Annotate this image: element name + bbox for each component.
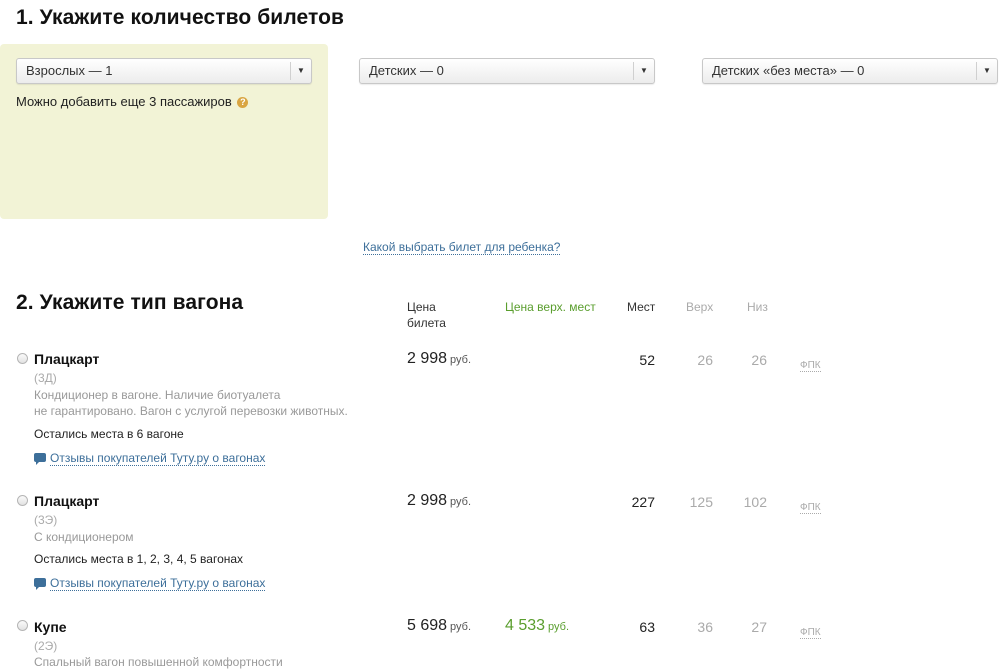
chevron-down-icon: ▼ (633, 62, 654, 80)
column-seats: Мест (627, 300, 656, 314)
car-upper-price-currency: руб. (548, 621, 570, 633)
adults-select[interactable]: Взрослых — 1 ▼ (16, 58, 312, 84)
comment-icon (34, 453, 46, 465)
car-description: С кондиционером (34, 529, 134, 545)
car-lower: 26 (751, 352, 767, 368)
car-price-currency: руб. (450, 354, 472, 366)
car-description-line2: не гарантировано. Вагон с услугой перево… (34, 404, 348, 418)
car-radio[interactable] (17, 620, 28, 631)
reviews-link-wrap[interactable]: Отзывы покупателей Туту.ру о вагонах (34, 449, 266, 467)
carrier-link[interactable]: ФПК (800, 360, 821, 372)
car-upper: 26 (697, 352, 713, 368)
carrier-link[interactable]: ФПК (800, 627, 821, 639)
car-price-value: 2 998 (407, 492, 448, 509)
car-upper-price-value: 4 533 (505, 617, 546, 634)
section1-title: 1. Укажите количество билетов (16, 6, 345, 29)
car-code: (3Д) (34, 371, 57, 385)
car-code: (2Э) (34, 639, 58, 653)
reviews-link-wrap[interactable]: Отзывы покупателей Туту.ру о вагонах (34, 574, 266, 592)
column-upper-price: Цена верх. мест (505, 300, 596, 314)
car-name: Плацкарт (34, 351, 100, 367)
column-lower: Низ (747, 300, 768, 314)
column-upper: Верх (686, 300, 714, 314)
column-price-line2: билета (407, 316, 446, 330)
reviews-link[interactable]: Отзывы покупателей Туту.ру о вагонах (50, 451, 266, 466)
car-name: Плацкарт (34, 493, 100, 509)
section2-title: 2. Укажите тип вагона (16, 291, 244, 314)
infants-select-value: Детских «без места» — 0 (712, 63, 865, 78)
car-upper: 125 (689, 494, 713, 510)
car-seats: 227 (631, 494, 655, 510)
infants-select[interactable]: Детских «без места» — 0 ▼ (702, 58, 998, 84)
car-availability: Остались места в 6 вагоне (34, 427, 184, 441)
car-description-line1: С кондиционером (34, 530, 134, 544)
car-price-value: 5 698 (407, 617, 448, 634)
car-price-value: 2 998 (407, 350, 448, 367)
car-price: 2 998 руб. (407, 492, 471, 510)
column-price-line1: Цена (407, 300, 436, 314)
car-lower: 102 (743, 494, 767, 510)
child-ticket-link[interactable]: Какой выбрать билет для ребенка? (363, 240, 561, 255)
car-lower: 27 (751, 619, 767, 635)
passenger-hint: Можно добавить еще 3 пассажиров ? (16, 94, 249, 109)
car-availability: Остались места в 1, 2, 3, 4, 5 вагонах (34, 552, 244, 566)
car-seats: 63 (639, 619, 655, 635)
adults-select-value: Взрослых — 1 (26, 63, 113, 78)
car-price: 5 698 руб. (407, 617, 471, 635)
column-price: Цена билета (407, 299, 446, 331)
car-price-currency: руб. (450, 496, 472, 508)
car-upper-price: 4 533 руб. (505, 617, 569, 635)
car-radio[interactable] (17, 495, 28, 506)
car-description: Кондиционер в вагоне. Наличие биотуалета… (34, 387, 348, 419)
car-upper: 36 (697, 619, 713, 635)
comment-icon (34, 578, 46, 590)
reviews-link[interactable]: Отзывы покупателей Туту.ру о вагонах (50, 576, 266, 591)
children-select-value: Детских — 0 (369, 63, 444, 78)
car-radio[interactable] (17, 353, 28, 364)
car-price-currency: руб. (450, 621, 472, 633)
chevron-down-icon: ▼ (290, 62, 311, 80)
chevron-down-icon: ▼ (976, 62, 997, 80)
children-select[interactable]: Детских — 0 ▼ (359, 58, 655, 84)
carrier-link[interactable]: ФПК (800, 502, 821, 514)
car-price: 2 998 руб. (407, 350, 471, 368)
passenger-hint-text: Можно добавить еще 3 пассажиров (16, 94, 232, 109)
car-code: (3Э) (34, 513, 58, 527)
car-name: Купе (34, 619, 67, 635)
question-icon[interactable]: ? (237, 97, 249, 108)
car-description-line1: Кондиционер в вагоне. Наличие биотуалета (34, 388, 281, 402)
car-seats: 52 (639, 352, 655, 368)
